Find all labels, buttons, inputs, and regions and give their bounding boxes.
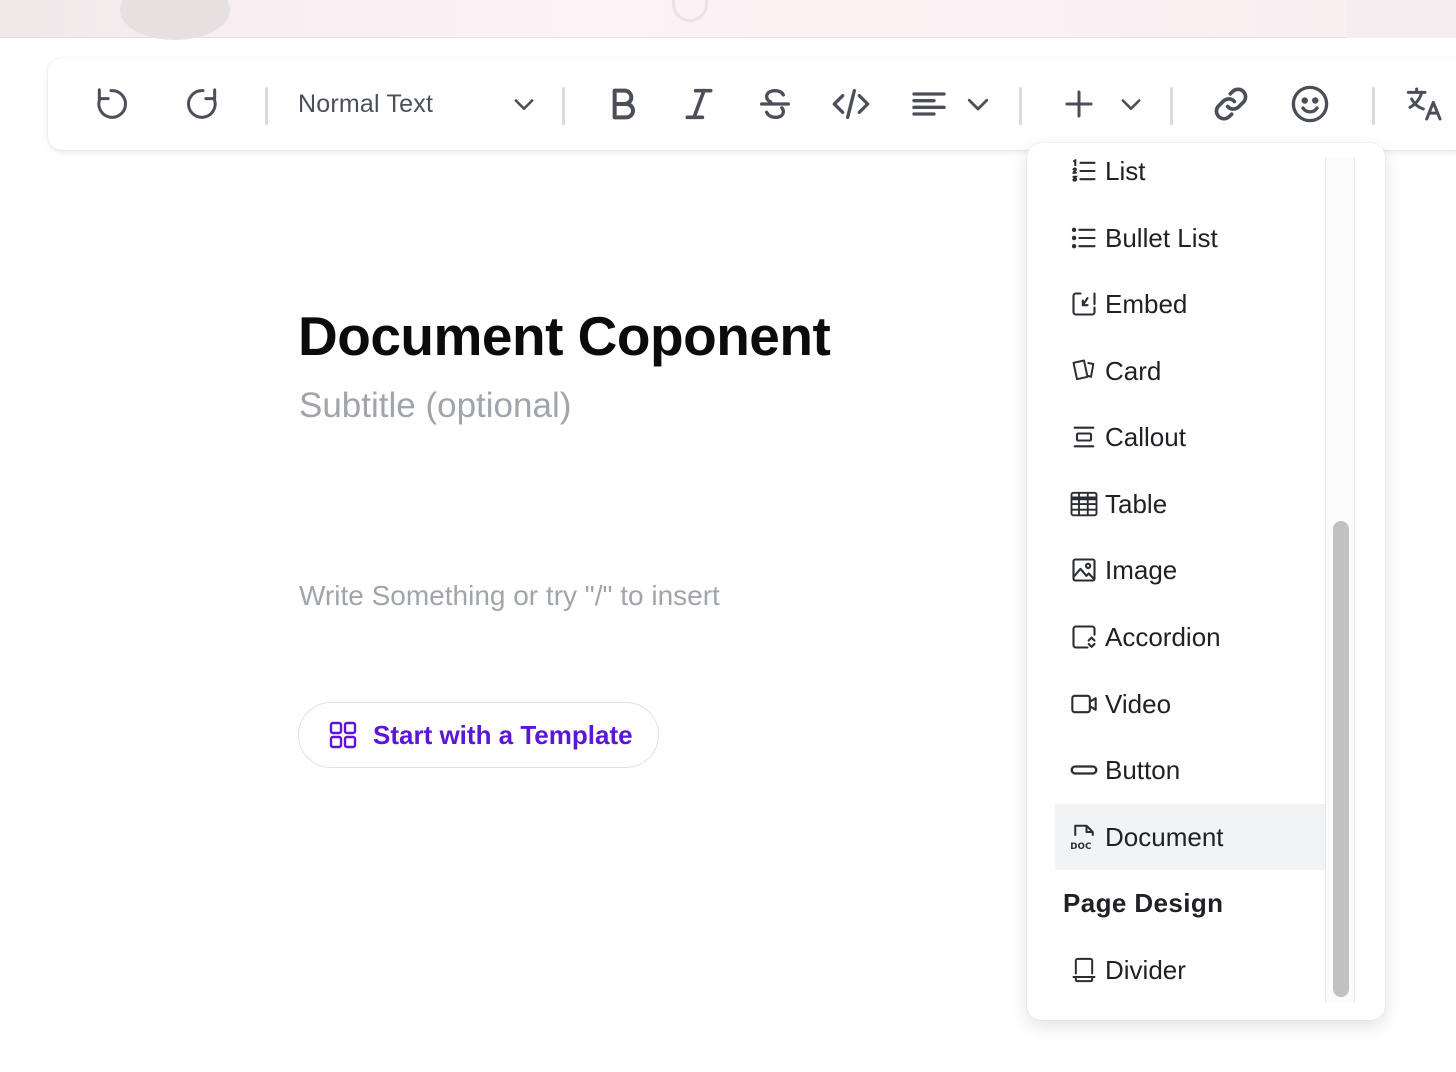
numbered-list-icon	[1069, 156, 1099, 186]
menu-item-label: Card	[1105, 355, 1162, 386]
background-app-strip	[0, 0, 1456, 40]
accordion-icon	[1069, 622, 1099, 652]
menu-item-image[interactable]: Image	[1055, 537, 1353, 603]
insert-menu-list: List Bullet List Embed Card Callout Tabl…	[1055, 143, 1353, 1020]
italic-icon[interactable]	[676, 78, 722, 130]
emoji-icon[interactable]	[1286, 78, 1334, 130]
menu-item-table[interactable]: Table	[1055, 471, 1353, 537]
menu-item-label: Video	[1105, 688, 1172, 719]
insert-menu: List Bullet List Embed Card Callout Tabl…	[1027, 143, 1385, 1020]
menu-section-page-design: Page Design	[1063, 887, 1224, 918]
chevron-down-icon[interactable]	[1112, 78, 1150, 130]
menu-item-callout[interactable]: Callout	[1055, 404, 1353, 470]
chevron-down-icon[interactable]	[958, 78, 998, 130]
grid-icon	[329, 721, 357, 749]
redo-icon[interactable]	[180, 78, 226, 130]
subtitle-input[interactable]: Subtitle (optional)	[299, 386, 571, 426]
menu-item-label: Embed	[1105, 288, 1188, 319]
background-decoration	[120, 0, 230, 40]
toolbar-divider	[1170, 87, 1173, 125]
menu-item-list[interactable]: List	[1055, 143, 1353, 204]
menu-item-button[interactable]: Button	[1055, 737, 1353, 803]
menu-item-document[interactable]: DOC Document	[1055, 804, 1353, 870]
menu-scrollbar-thumb[interactable]	[1333, 521, 1349, 997]
toolbar-divider	[562, 87, 565, 125]
card-icon	[1069, 356, 1099, 386]
menu-item-label: Bullet List	[1105, 222, 1218, 253]
button-icon	[1069, 755, 1099, 785]
table-icon	[1069, 489, 1099, 519]
menu-item-label: Accordion	[1105, 621, 1221, 652]
plus-icon[interactable]	[1058, 78, 1100, 130]
menu-item-divider[interactable]: Divider	[1055, 937, 1353, 1003]
menu-item-label: Callout	[1105, 421, 1186, 452]
undo-icon[interactable]	[88, 78, 134, 130]
image-icon	[1069, 555, 1099, 585]
body-editor[interactable]: Write Something or try "/" to insert	[299, 580, 720, 612]
chevron-down-icon	[510, 90, 538, 123]
document-icon: DOC	[1069, 822, 1099, 852]
toolbar-divider	[1372, 87, 1375, 125]
menu-item-bullet-list[interactable]: Bullet List	[1055, 205, 1353, 271]
bold-icon[interactable]	[600, 78, 646, 130]
menu-item-video[interactable]: Video	[1055, 671, 1353, 737]
template-button-label: Start with a Template	[373, 719, 633, 750]
menu-item-label: Table	[1105, 488, 1168, 519]
strikethrough-icon[interactable]	[752, 78, 798, 130]
menu-item-label: Button	[1105, 754, 1181, 785]
toolbar-divider	[265, 87, 268, 125]
toolbar-divider	[1019, 87, 1022, 125]
menu-item-embed[interactable]: Embed	[1055, 271, 1353, 337]
svg-text:DOC: DOC	[1070, 842, 1091, 852]
menu-item-label: Document	[1105, 821, 1224, 852]
menu-item-label: Divider	[1105, 954, 1186, 985]
align-left-icon[interactable]	[906, 78, 952, 130]
menu-item-accordion[interactable]: Accordion	[1055, 604, 1353, 670]
code-icon[interactable]	[828, 78, 874, 130]
video-icon	[1069, 689, 1099, 719]
text-style-label: Normal Text	[298, 89, 434, 118]
start-with-template-button[interactable]: Start with a Template	[298, 702, 659, 768]
callout-icon	[1069, 422, 1099, 452]
bullet-list-icon	[1069, 223, 1099, 253]
document-title[interactable]: Document Coponent	[298, 304, 831, 368]
menu-item-card[interactable]: Card	[1055, 338, 1353, 404]
divider-icon	[1069, 955, 1099, 985]
background-decoration	[1346, 0, 1456, 38]
text-style-select[interactable]: Normal Text	[298, 78, 538, 130]
link-icon[interactable]	[1208, 78, 1254, 130]
embed-icon	[1069, 289, 1099, 319]
menu-item-label: Image	[1105, 554, 1178, 585]
background-decoration	[672, 0, 708, 22]
menu-item-label: List	[1105, 155, 1146, 186]
translate-icon[interactable]	[1402, 78, 1448, 130]
